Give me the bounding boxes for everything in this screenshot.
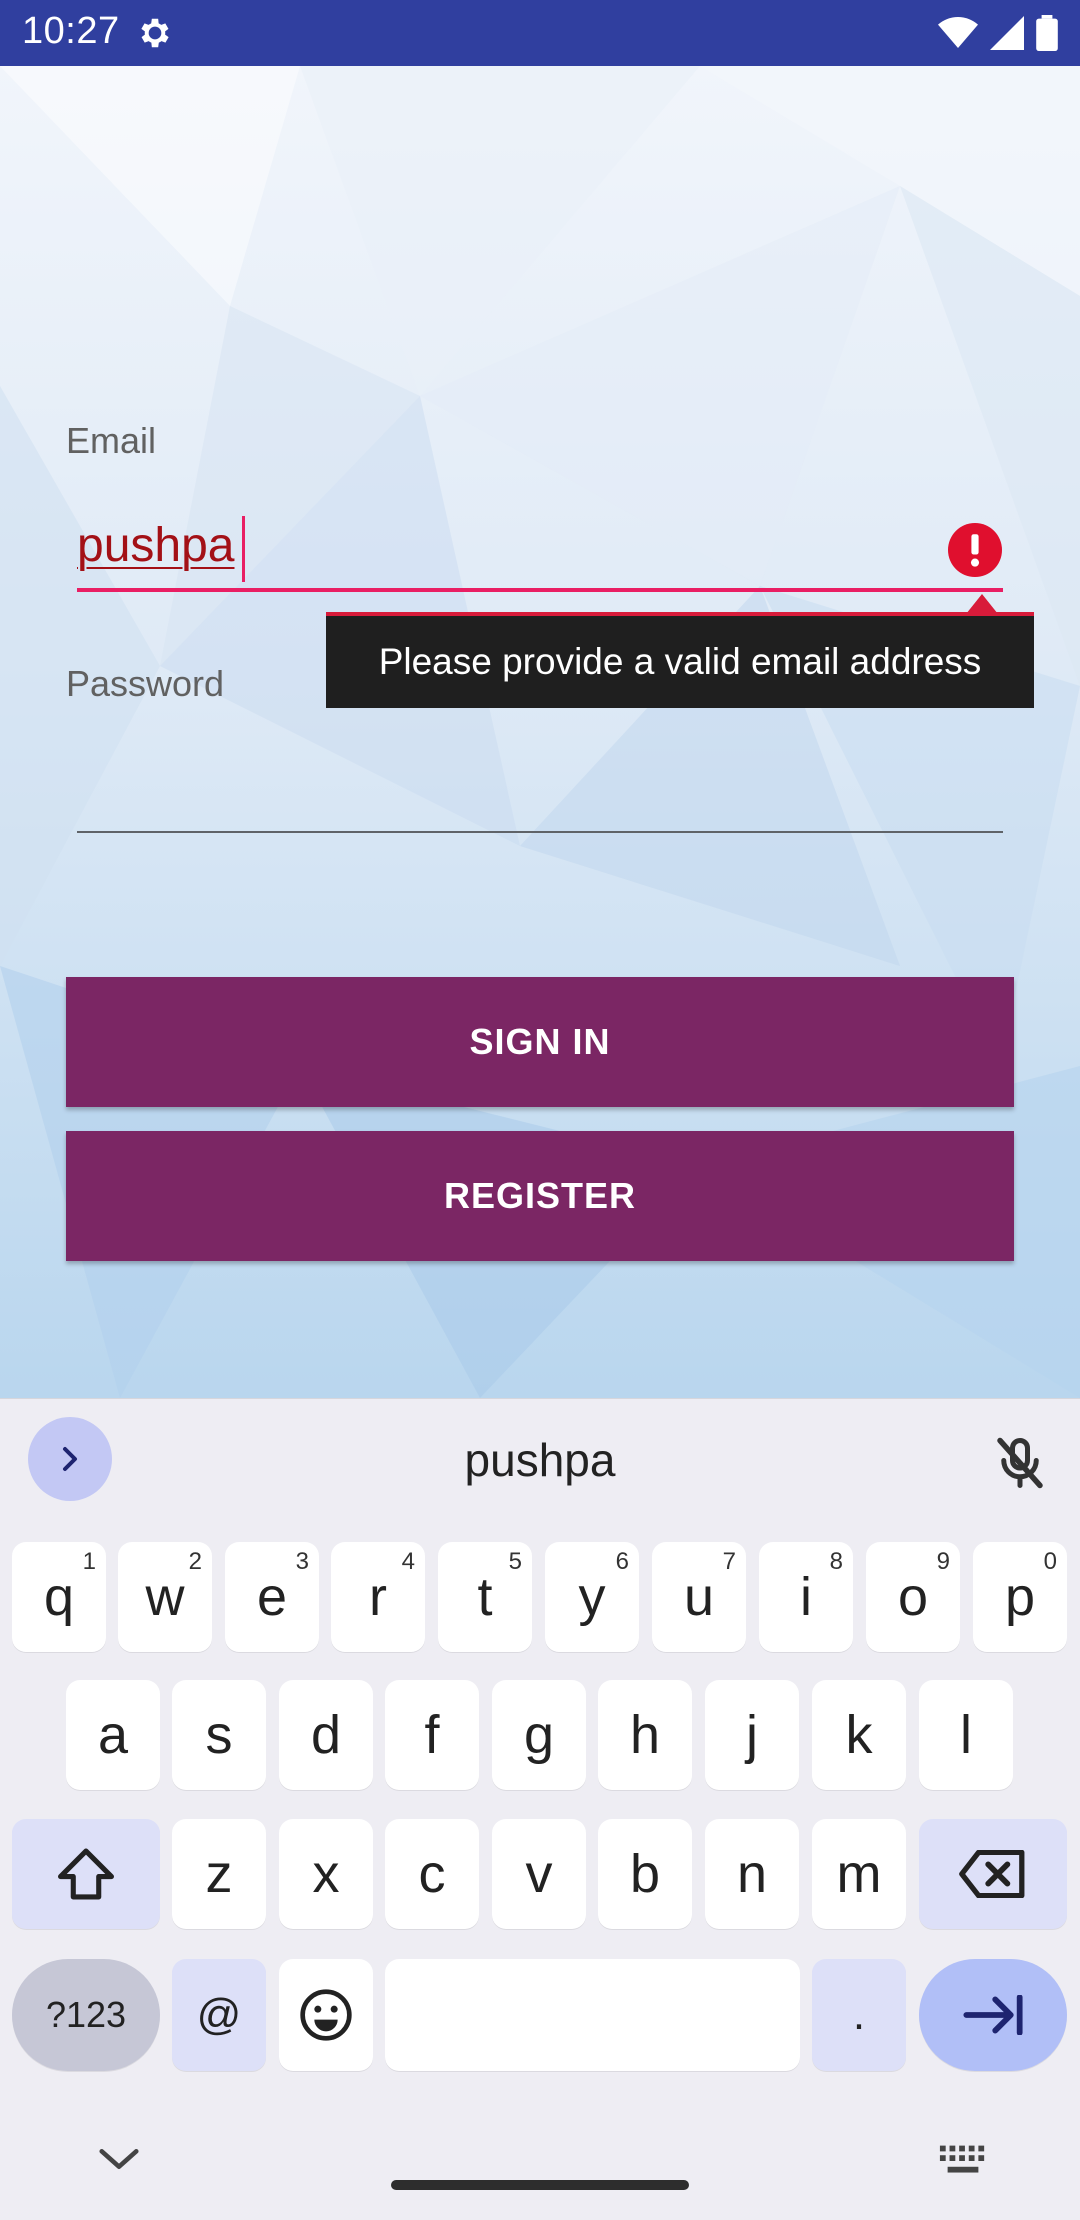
hide-keyboard-icon[interactable] [96,2144,142,2174]
at-key[interactable]: @ [172,1959,266,2071]
key-c[interactable]: c [385,1819,479,1929]
email-underline [77,588,1003,592]
key-k[interactable]: k [812,1680,906,1790]
suggestion-word[interactable]: pushpa [0,1433,1080,1487]
key-y[interactable]: y6 [545,1542,639,1652]
soft-keyboard: pushpa q1 w2 e3 r4 t5 y6 u7 i8 o9 p0 a s… [0,1398,1080,2220]
status-time: 10:27 [22,10,120,52]
keyboard-switch-icon[interactable] [938,2143,988,2179]
period-key[interactable]: . [812,1959,906,2071]
status-bar: 10:27 [0,0,1080,66]
battery-icon [1036,15,1058,51]
emoji-key[interactable] [279,1959,373,2071]
tooltip-arrow [966,594,998,614]
key-v[interactable]: v [492,1819,586,1929]
password-label: Password [66,663,225,704]
key-l[interactable]: l [919,1680,1013,1790]
email-input[interactable]: pushpa [77,518,234,573]
settings-gear-icon [141,18,169,48]
key-o[interactable]: o9 [866,1542,960,1652]
sign-in-button[interactable]: SIGN IN [66,977,1014,1107]
mic-off-icon[interactable] [990,1433,1050,1493]
symbols-key[interactable]: ?123 [12,1959,160,2071]
emoji-icon [300,1989,352,2041]
next-field-key[interactable] [919,1959,1067,2071]
email-error-tooltip: Please provide a valid email address [326,612,1034,708]
password-input[interactable] [77,740,1003,830]
key-w[interactable]: w2 [118,1542,212,1652]
key-m[interactable]: m [812,1819,906,1929]
password-underline [77,831,1003,833]
key-q[interactable]: q1 [12,1542,106,1652]
key-r[interactable]: r4 [331,1542,425,1652]
key-s[interactable]: s [172,1680,266,1790]
register-button[interactable]: REGISTER [66,1131,1014,1261]
key-i[interactable]: i8 [759,1542,853,1652]
key-x[interactable]: x [279,1819,373,1929]
backspace-icon [959,1850,1025,1898]
key-u[interactable]: u7 [652,1542,746,1652]
tab-arrow-icon [963,1995,1023,2035]
home-gesture-bar[interactable] [391,2180,689,2190]
shift-icon [58,1848,114,1900]
key-d[interactable]: d [279,1680,373,1790]
key-a[interactable]: a [66,1680,160,1790]
key-e[interactable]: e3 [225,1542,319,1652]
signal-icon [990,16,1024,50]
key-n[interactable]: n [705,1819,799,1929]
email-error-message: Please provide a valid email address [378,641,982,682]
key-j[interactable]: j [705,1680,799,1790]
key-t[interactable]: t5 [438,1542,532,1652]
key-p[interactable]: p0 [973,1542,1067,1652]
backspace-key[interactable] [919,1819,1067,1929]
error-icon[interactable] [948,523,1002,577]
wifi-icon [938,17,978,48]
key-z[interactable]: z [172,1819,266,1929]
key-b[interactable]: b [598,1819,692,1929]
email-label: Email [66,420,157,461]
key-g[interactable]: g [492,1680,586,1790]
text-cursor [242,516,245,582]
shift-key[interactable] [12,1819,160,1929]
space-key[interactable] [385,1959,800,2071]
key-f[interactable]: f [385,1680,479,1790]
key-h[interactable]: h [598,1680,692,1790]
